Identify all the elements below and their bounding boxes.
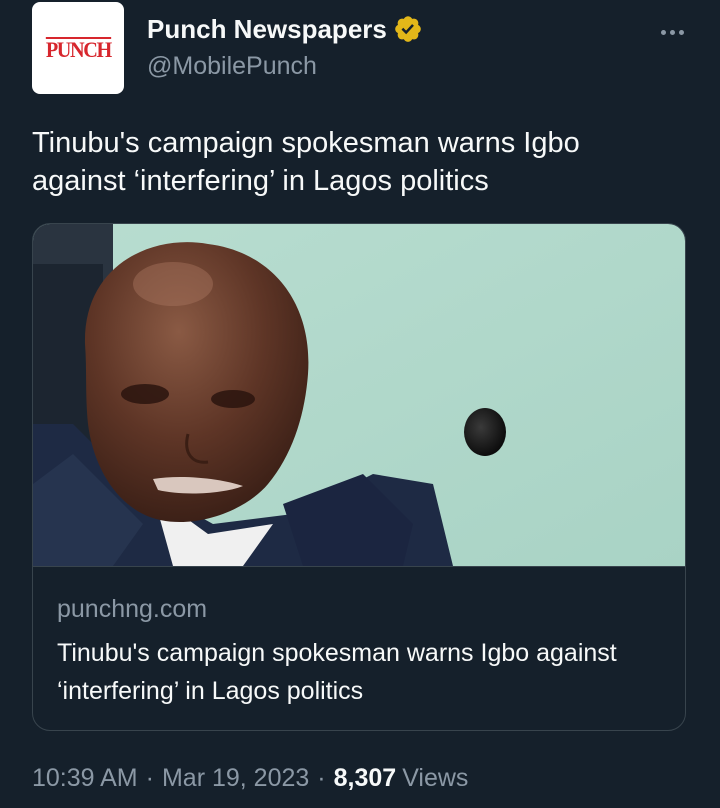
views-label: Views	[402, 764, 469, 792]
views-count[interactable]: 8,307	[334, 764, 397, 793]
meta-separator: ·	[317, 764, 326, 792]
avatar[interactable]: PUNCH	[32, 2, 124, 94]
tweet-text: Tinubu's campaign spokesman warns Igbo a…	[32, 127, 580, 197]
tweet-time[interactable]: 10:39 AM	[32, 764, 138, 793]
link-preview-card[interactable]: punchng.com Tinubu's campaign spokesman …	[32, 223, 686, 731]
card-domain[interactable]: punchng.com	[57, 595, 207, 624]
more-dot-icon	[678, 29, 684, 35]
card-image[interactable]	[33, 224, 685, 567]
meta-separator: ·	[145, 764, 154, 792]
more-options-button[interactable]	[654, 14, 690, 50]
tweet-header: PUNCH Punch Newspapers @MobilePunch	[32, 2, 688, 96]
card-title[interactable]: Tinubu's campaign spokesman warns Igbo a…	[57, 634, 657, 710]
user-name-row: Punch Newspapers	[147, 12, 423, 46]
user-handle[interactable]: @MobilePunch	[147, 52, 317, 81]
user-name[interactable]: Punch Newspapers	[147, 14, 387, 45]
verified-badge-icon[interactable]	[393, 14, 423, 44]
more-dot-icon	[660, 29, 666, 35]
more-dot-icon	[669, 29, 675, 35]
tweet-meta: 10:39 AM · Mar 19, 2023 · 8,307 Views	[32, 764, 468, 793]
tweet-date[interactable]: Mar 19, 2023	[162, 764, 309, 793]
portrait-photo	[33, 224, 685, 566]
punch-logo: PUNCH	[45, 36, 112, 62]
